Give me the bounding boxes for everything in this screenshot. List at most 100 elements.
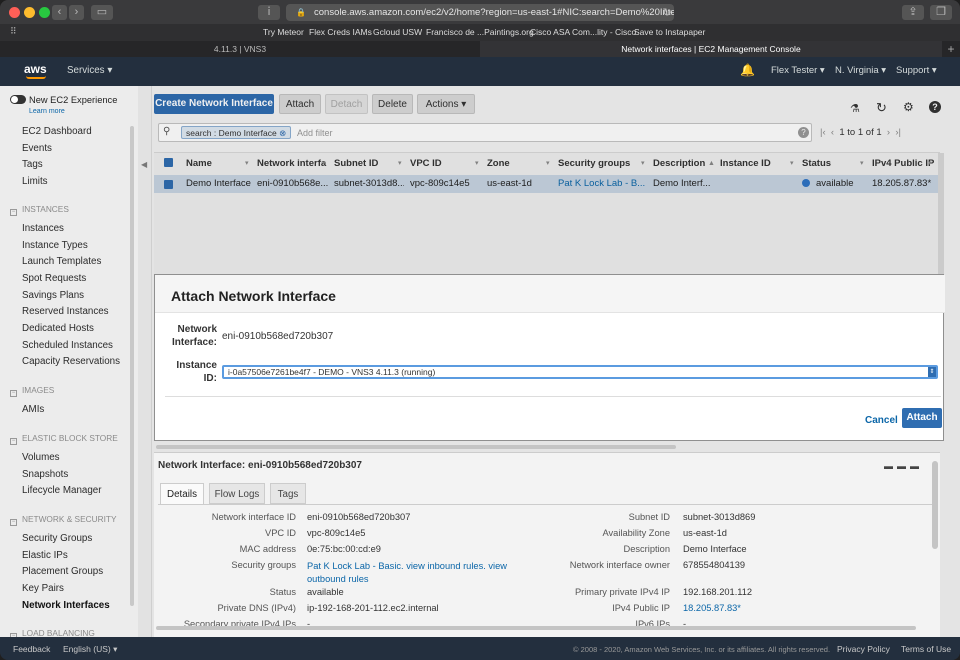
sidebar-item-spot-requests[interactable]: Spot Requests — [22, 273, 86, 284]
region-menu[interactable]: N. Virginia ▾ — [835, 65, 886, 76]
collapse-sidebar-icon[interactable]: ◀ — [141, 160, 147, 169]
sidebar-item-instance-types[interactable]: Instance Types — [22, 240, 88, 251]
detail-label-network-interface-owner: Network interface owner — [569, 560, 670, 570]
sidebar-scrollbar[interactable] — [130, 126, 134, 606]
tab-network-interfaces[interactable]: Network interfaces | EC2 Management Cons… — [480, 41, 942, 57]
bookmark[interactable]: Cisco ASA Com...lity - Cisco — [530, 27, 636, 37]
sidebar-item-amis[interactable]: AMIs — [22, 404, 44, 415]
new-experience-label: New EC2 Experience — [29, 95, 118, 105]
sidebar-section-network-security[interactable]: − NETWORK & SECURITY — [10, 514, 117, 526]
instance-id-select[interactable]: i-0a57506e7261be4f7 - DEMO - VNS3 4.11.3… — [222, 365, 938, 379]
bookmark[interactable]: Save to Instapaper — [634, 27, 705, 37]
sidebar-collapse-bar[interactable]: ◀ — [130, 86, 152, 637]
sidebar-item-network-interfaces[interactable]: Network Interfaces — [22, 600, 110, 611]
sidebar-item-reserved-instances[interactable]: Reserved Instances — [22, 306, 109, 317]
dialog-title: Attach Network Interface — [171, 288, 336, 304]
detail-value-network-interface-owner: 678554804139 — [683, 560, 746, 570]
detail-value-description: Demo Interface — [683, 544, 747, 554]
tab-tags[interactable]: Tags — [270, 483, 306, 504]
sidebar-toggle-icon[interactable]: ▭ — [91, 5, 113, 20]
bookmark[interactable]: Try Meteor — [263, 27, 304, 37]
collapse-section-icon[interactable]: − — [10, 518, 17, 526]
browser-titlebar: ‹ › ▭ ⅰ 🔒 console.aws.amazon.com/ec2/v2/… — [0, 0, 960, 24]
detail-value-network-interface-id: eni-0910b568ed720b307 — [307, 512, 411, 522]
apps-grid-icon[interactable]: ⠿ — [10, 26, 17, 37]
sidebar-item-ec2-dashboard[interactable]: EC2 Dashboard — [22, 126, 92, 137]
sidebar-item-dedicated-hosts[interactable]: Dedicated Hosts — [22, 323, 94, 334]
tab-vns3[interactable]: 4.11.3 | VNS3 — [0, 41, 480, 57]
sidebar-item-key-pairs[interactable]: Key Pairs — [22, 583, 64, 594]
sidebar-section-elastic-block-store[interactable]: − ELASTIC BLOCK STORE — [10, 433, 118, 445]
reload-icon[interactable]: ↻ — [661, 7, 673, 19]
toggle-knob — [11, 96, 18, 103]
cancel-button[interactable]: Cancel — [865, 415, 898, 426]
ec2-sidebar: New EC2 Experience Learn more EC2 Dashbo… — [0, 86, 138, 637]
bookmark[interactable]: Francisco de ...Paintings.org — [426, 27, 534, 37]
bell-icon[interactable]: 🔔 — [740, 63, 755, 77]
back-arrow-icon[interactable]: ‹ — [52, 5, 67, 20]
dialog-divider — [165, 396, 941, 397]
aws-smile-icon — [26, 76, 46, 79]
panel-layout-icons[interactable]: ▬▬▬ — [884, 461, 923, 471]
support-menu[interactable]: Support ▾ — [896, 65, 937, 76]
detail-value-availability-zone: us-east-1d — [683, 528, 727, 538]
sidebar-item-limits[interactable]: Limits — [22, 176, 48, 187]
sidebar-item-scheduled-instances[interactable]: Scheduled Instances — [22, 340, 113, 351]
detail-label-private-dns-ipv4: Private DNS (IPv4) — [217, 603, 296, 613]
sidebar-item-volumes[interactable]: Volumes — [22, 452, 60, 463]
sidebar-section-load-balancing[interactable]: − LOAD BALANCING — [10, 628, 95, 637]
collapse-section-icon[interactable]: − — [10, 390, 17, 398]
sidebar-section-instances[interactable]: − INSTANCES — [10, 204, 69, 216]
detail-label-primary-private-ipv4-ip: Primary private IPv4 IP — [574, 587, 670, 597]
learn-more-link[interactable]: Learn more — [29, 108, 65, 115]
maximize-window-button[interactable] — [39, 7, 50, 18]
sidebar-item-elastic-ips[interactable]: Elastic IPs — [22, 550, 68, 561]
new-experience-toggle[interactable] — [10, 95, 26, 104]
detail-label-subnet-id: Subnet ID — [628, 512, 670, 522]
sidebar-item-security-groups[interactable]: Security Groups — [22, 533, 92, 544]
minimize-window-button[interactable] — [24, 7, 35, 18]
sidebar-item-snapshots[interactable]: Snapshots — [22, 469, 68, 480]
account-menu[interactable]: Flex Tester ▾ — [771, 65, 825, 76]
tab-details[interactable]: Details — [160, 483, 204, 504]
detail-value-ipv4-public-ip[interactable]: 18.205.87.83* — [683, 603, 741, 613]
sidebar-item-savings-plans[interactable]: Savings Plans — [22, 290, 84, 301]
url-text: console.aws.amazon.com/ec2/v2/home?regio… — [314, 7, 674, 18]
details-scrollbar[interactable] — [932, 461, 938, 549]
services-menu[interactable]: Services ▾ — [67, 65, 112, 76]
tab-flow-logs[interactable]: Flow Logs — [209, 483, 265, 504]
privacy-policy-link[interactable]: Privacy Policy — [837, 644, 890, 654]
sidebar-item-placement-groups[interactable]: Placement Groups — [22, 566, 103, 577]
terms-link[interactable]: Terms of Use — [901, 644, 951, 654]
sidebar-item-events[interactable]: Events — [22, 143, 52, 154]
attach-confirm-button[interactable]: Attach — [902, 408, 942, 428]
forward-arrow-icon[interactable]: › — [69, 5, 84, 20]
sidebar-item-lifecycle-manager[interactable]: Lifecycle Manager — [22, 485, 102, 496]
network-interface-label: Network Interface: — [171, 324, 217, 348]
detail-value-security-groups[interactable]: Pat K Lock Lab - Basic. view inbound rul… — [307, 560, 507, 586]
sidebar-item-launch-templates[interactable]: Launch Templates — [22, 256, 101, 267]
aws-logo[interactable]: aws — [24, 62, 47, 76]
bookmark[interactable]: Flex Creds IAMs — [309, 27, 372, 37]
details-title: Network Interface: eni-0910b568ed720b307 — [158, 460, 362, 471]
reader-icon[interactable]: ⅰ — [258, 5, 280, 20]
close-window-button[interactable] — [9, 7, 20, 18]
sidebar-item-instances[interactable]: Instances — [22, 223, 64, 234]
collapse-section-icon[interactable]: − — [10, 208, 17, 216]
copyright: © 2008 - 2020, Amazon Web Services, Inc.… — [573, 645, 831, 654]
sidebar-section-images[interactable]: − IMAGES — [10, 385, 54, 398]
address-bar[interactable]: 🔒 console.aws.amazon.com/ec2/v2/home?reg… — [286, 4, 674, 21]
feedback-link[interactable]: Feedback — [13, 644, 50, 654]
new-tab-icon[interactable]: + — [942, 41, 960, 57]
sidebar-item-tags[interactable]: Tags — [22, 159, 43, 170]
detail-value-mac-address: 0e:75:bc:00:cd:e9 — [307, 544, 381, 554]
tab-overview-icon[interactable]: ❐ — [930, 5, 952, 20]
horizontal-scrollbar[interactable] — [156, 445, 676, 449]
sidebar-item-capacity-reservations[interactable]: Capacity Reservations — [22, 356, 120, 367]
collapse-section-icon[interactable]: − — [10, 437, 17, 445]
share-icon[interactable]: ⇪ — [902, 5, 924, 20]
bookmark[interactable]: Gcloud USW — [373, 27, 422, 37]
language-menu[interactable]: English (US) ▾ — [63, 644, 117, 655]
detail-label-status: Status — [269, 587, 296, 597]
details-h-scrollbar[interactable] — [156, 626, 916, 630]
